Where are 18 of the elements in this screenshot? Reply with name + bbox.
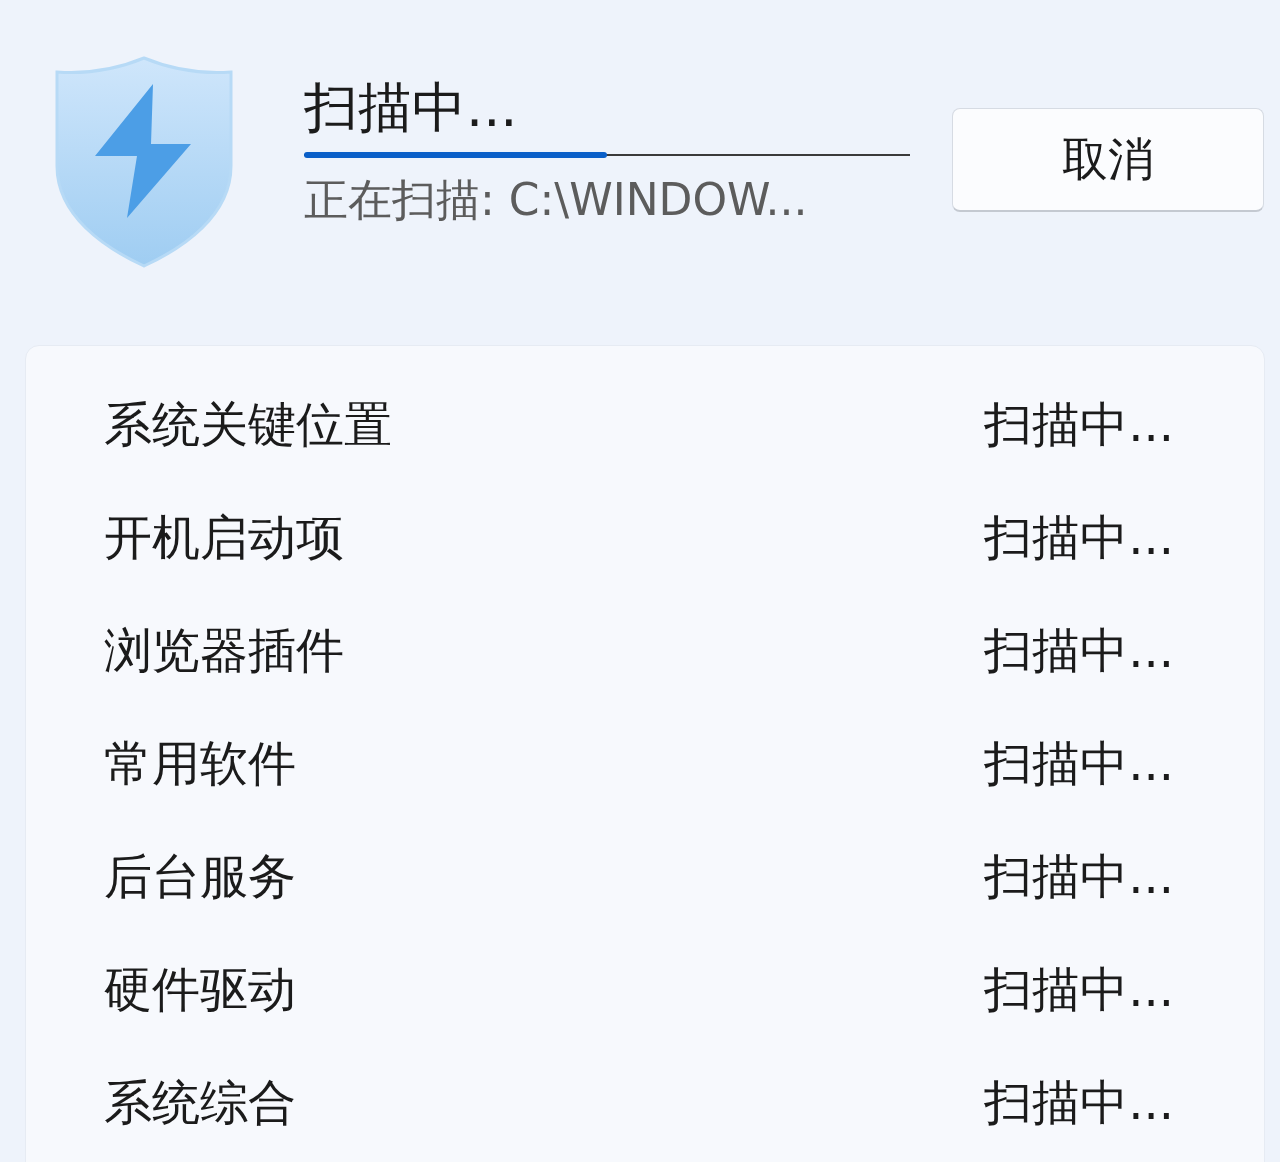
scan-item-name: 系统关键位置 (104, 394, 392, 454)
scan-title: 扫描中... (304, 76, 519, 140)
scan-item-name: 后台服务 (104, 846, 296, 906)
scan-item-status: 扫描中... (984, 620, 1174, 680)
scan-item-status: 扫描中... (984, 959, 1174, 1019)
scan-item-name: 硬件驱动 (104, 959, 296, 1019)
scan-item-name: 常用软件 (104, 733, 296, 793)
scan-item-status: 扫描中... (984, 733, 1174, 793)
scan-item-status: 扫描中... (984, 394, 1174, 454)
scan-item-status: 扫描中... (984, 507, 1174, 567)
scan-item-name: 开机启动项 (104, 507, 344, 567)
scan-path: 正在扫描: C:\WINDOW... (304, 173, 809, 227)
scan-item-status: 扫描中... (984, 846, 1174, 906)
scan-item-status: 扫描中... (984, 1072, 1174, 1132)
scan-item-name: 浏览器插件 (104, 620, 344, 680)
scan-item-name: 系统综合 (104, 1072, 296, 1132)
shield-icon (55, 56, 233, 268)
cancel-button[interactable]: 取消 (952, 108, 1264, 212)
